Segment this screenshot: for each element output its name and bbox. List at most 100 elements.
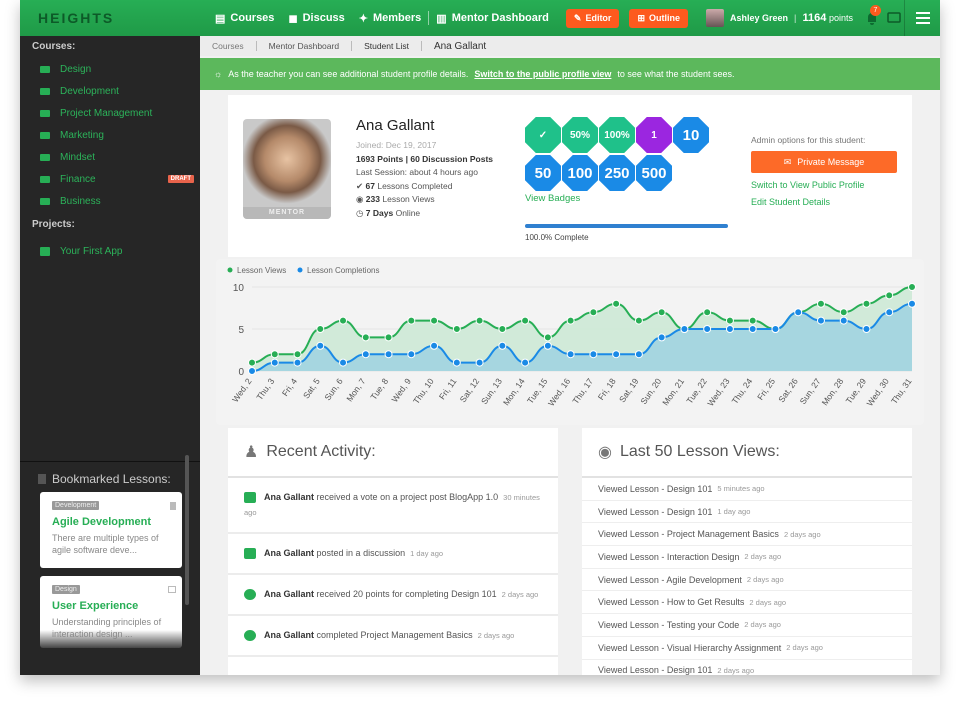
data-point xyxy=(248,367,256,375)
bookmark-tag: Development xyxy=(52,501,100,510)
data-point xyxy=(566,350,575,359)
view-time: 2 days ago xyxy=(746,575,784,585)
switch-public-profile-link[interactable]: Switch to View Public Profile xyxy=(751,180,897,190)
breadcrumb-courses[interactable]: Courses xyxy=(200,41,257,51)
bookmarked-lessons: Bookmarked Lessons: Development Agile De… xyxy=(20,461,200,675)
breadcrumb-mentor-dashboard[interactable]: Mentor Dashboard xyxy=(257,41,353,51)
app-window: HEIGHTS ▤ Courses ◼ Discuss ✦ Members ▥ Ment… xyxy=(20,0,940,675)
badge[interactable]: 50 xyxy=(525,155,561,191)
view-badges-link[interactable]: View Badges xyxy=(525,193,735,204)
sidebar-item-project-management[interactable]: Project Management xyxy=(20,102,200,124)
user-icon: ♟ xyxy=(244,444,259,461)
data-point xyxy=(885,308,894,317)
view-time: 2 days ago xyxy=(786,643,823,653)
hamburger-menu[interactable] xyxy=(904,0,940,36)
sidebar-item-your-first-app[interactable]: Your First App xyxy=(20,240,200,262)
data-point xyxy=(248,358,256,367)
badge[interactable]: 1 xyxy=(636,117,672,153)
lesson-view-item[interactable]: Viewed Lesson - Design 101 1 day ago xyxy=(582,501,912,524)
activity-user[interactable]: Ana Gallant xyxy=(264,589,314,599)
data-point xyxy=(612,299,621,308)
activity-user[interactable]: Ana Gallant xyxy=(264,492,314,502)
days-online: ◷ 7 Days Online xyxy=(356,207,421,218)
data-point xyxy=(270,350,279,359)
x-tick-label: Wed, 23 xyxy=(705,376,731,408)
data-point xyxy=(475,316,484,325)
lesson-view-item[interactable]: Viewed Lesson - Visual Hierarchy Assignm… xyxy=(582,637,912,660)
nav-members[interactable]: ✦ Members xyxy=(352,12,429,25)
y-tick-label: 0 xyxy=(238,367,244,378)
bookmark-card[interactable]: Design User Experience Understanding pri… xyxy=(40,576,182,648)
sidebar-item-finance[interactable]: Finance DRAFT xyxy=(20,168,200,190)
folder-icon xyxy=(40,65,50,73)
badge[interactable]: ✓ xyxy=(525,117,561,153)
y-tick-label: 10 xyxy=(233,283,245,294)
data-point xyxy=(521,358,530,367)
badge[interactable]: 50% xyxy=(562,117,598,153)
data-point xyxy=(407,350,416,359)
sidebar-item-mindset[interactable]: Mindset xyxy=(20,146,200,168)
legend-marker xyxy=(297,267,303,273)
bookmark-tag: Design xyxy=(52,585,80,594)
nav-mentor-dashboard[interactable]: ▥ Mentor Dashboard xyxy=(429,12,556,25)
sidebar-item-design[interactable]: Design xyxy=(20,58,200,80)
badge[interactable]: 250 xyxy=(599,155,635,191)
sidebar-item-business[interactable]: Business xyxy=(20,190,200,212)
bookmark-description: There are multiple types of agile softwa… xyxy=(52,533,159,555)
lesson-views: ◉ 233 Lesson Views xyxy=(356,194,435,204)
private-message-button[interactable]: ✉ Private Message xyxy=(751,151,897,173)
folder-icon xyxy=(40,87,50,95)
data-point xyxy=(839,308,848,317)
lesson-view-item[interactable]: Viewed Lesson - Design 101 5 minutes ago xyxy=(582,478,912,501)
inbox-button[interactable] xyxy=(887,11,901,26)
inbox-icon xyxy=(887,11,901,23)
notifications-button[interactable]: 7 xyxy=(865,5,881,25)
draft-badge: DRAFT xyxy=(167,175,194,183)
bookmark-card[interactable]: Development Agile Development There are … xyxy=(40,492,182,568)
profile-info: Ana Gallant Joined: Dec 19, 2017 1693 Po… xyxy=(356,117,493,220)
lesson-view-item[interactable]: Viewed Lesson - Project Management Basic… xyxy=(582,523,912,547)
data-point xyxy=(771,325,780,333)
brand-logo[interactable]: HEIGHTS xyxy=(20,10,200,26)
sidebar-item-marketing[interactable]: Marketing xyxy=(20,124,200,146)
lesson-view-item[interactable]: Viewed Lesson - Interaction Design 2 days… xyxy=(582,546,912,569)
badge[interactable]: 100 xyxy=(562,155,598,191)
public-profile-link[interactable]: Switch to the public profile view xyxy=(474,69,611,79)
progress-label: 100.0% Complete xyxy=(525,233,589,242)
data-point xyxy=(862,325,871,333)
x-tick-label: Thu, 24 xyxy=(730,376,755,406)
folder-icon xyxy=(40,175,50,183)
activity-user[interactable]: Ana Gallant xyxy=(264,630,314,640)
bookmarks-scrollbar[interactable] xyxy=(185,455,189,605)
profile-photo: MENTOR xyxy=(243,119,331,219)
breadcrumb-student-list[interactable]: Student List xyxy=(352,41,422,51)
data-point xyxy=(384,333,393,342)
users-icon: ✦ xyxy=(358,12,368,25)
lesson-view-item[interactable]: Viewed Lesson - How to Get Results 2 days… xyxy=(582,591,912,615)
badge[interactable]: 100% xyxy=(599,117,635,153)
editor-button[interactable]: ✎ Editor xyxy=(565,8,620,28)
last-session: Last Session: about 4 hours ago xyxy=(356,167,478,177)
lesson-views-panel: ◉ Last 50 Lesson Views: Viewed Lesson - D… xyxy=(582,428,912,675)
eye-icon: ◉ xyxy=(598,444,612,461)
activity-user[interactable]: Ana Gallant xyxy=(264,548,314,558)
view-time: 2 days ago xyxy=(749,597,787,607)
data-point xyxy=(634,350,643,359)
edit-student-link[interactable]: Edit Student Details xyxy=(751,197,897,207)
nav-courses[interactable]: ▤ Courses xyxy=(208,12,281,25)
nav-discuss[interactable]: ◼ Discuss xyxy=(281,12,351,25)
lesson-view-item[interactable]: Viewed Lesson - Design 101 2 days ago xyxy=(582,660,912,675)
sidebar-item-development[interactable]: Development xyxy=(20,80,200,102)
outline-button[interactable]: ⊞ Outline xyxy=(629,8,688,28)
bookmarks-heading: Bookmarked Lessons: xyxy=(52,472,171,486)
lesson-view-item[interactable]: Viewed Lesson - Agile Development 2 days … xyxy=(582,569,912,592)
data-point xyxy=(475,358,484,367)
lesson-view-item[interactable]: Viewed Lesson - Testing your Code 2 days … xyxy=(582,614,912,637)
activity-time: 2 days ago xyxy=(477,631,515,640)
legend-label: Lesson Completions xyxy=(307,266,379,275)
badge[interactable]: 10 xyxy=(673,117,709,153)
view-time: 5 minutes ago xyxy=(717,484,765,494)
badge[interactable]: 500 xyxy=(636,155,672,191)
x-tick-label: Thu, 10 xyxy=(411,376,436,406)
user-menu[interactable]: Ashley Green | 1164 points xyxy=(705,9,853,27)
